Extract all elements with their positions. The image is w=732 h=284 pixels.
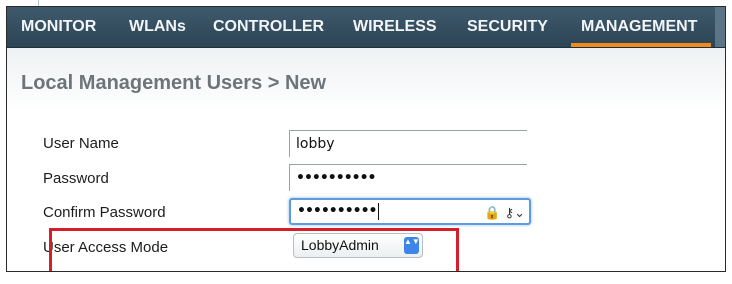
nav-monitor[interactable]: MONITOR [21,7,96,47]
password-value: •••••••••• [296,170,376,186]
password-input[interactable]: •••••••••• [289,164,527,191]
highlight-annotation-box [49,228,459,271]
app-frame: MONITOR WLANs CONTROLLER WIRELESS SECURI… [6,6,726,272]
user-name-value: lobby [296,136,335,152]
password-label: Password [43,170,109,187]
password-manager-icon[interactable]: 🔒 ⚷⌄ [484,203,525,225]
nav-wireless[interactable]: WIRELESS [353,7,437,47]
confirm-password-input[interactable]: •••••••••• 🔒 ⚷⌄ [289,198,531,225]
confirm-password-value: •••••••••• [297,203,377,219]
nav-security[interactable]: SECURITY [467,7,548,47]
nav-wlans[interactable]: WLANs [129,7,186,47]
nav-controller[interactable]: CONTROLLER [213,7,324,47]
user-name-input[interactable]: lobby [289,130,527,157]
main-navbar: MONITOR WLANs CONTROLLER WIRELESS SECURI… [7,7,725,48]
text-caret [378,202,380,220]
navbar-edge [715,7,725,47]
confirm-password-label: Confirm Password [43,204,166,221]
user-name-label: User Name [43,135,119,152]
nav-management[interactable]: MANAGEMENT [570,7,712,47]
page-title: Local Management Users > New [21,72,327,94]
